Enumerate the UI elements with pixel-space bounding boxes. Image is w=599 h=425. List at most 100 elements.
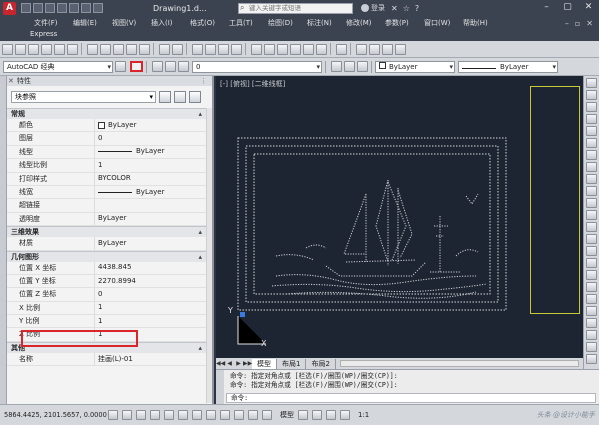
qp-icon[interactable] bbox=[248, 410, 258, 420]
make-current-icon[interactable] bbox=[331, 61, 342, 72]
doc-close-icon[interactable]: ✕ bbox=[586, 19, 593, 28]
text-style-icon[interactable] bbox=[356, 43, 367, 55]
save-icon[interactable] bbox=[45, 3, 55, 13]
menu-item[interactable]: 参数(P) bbox=[385, 18, 424, 28]
print-icon[interactable] bbox=[41, 43, 52, 55]
maximize-icon[interactable]: ▢ bbox=[557, 0, 578, 16]
select-objects-icon[interactable] bbox=[174, 91, 186, 103]
quick-view-icon[interactable] bbox=[298, 410, 308, 420]
offset-icon[interactable] bbox=[586, 114, 597, 124]
star-icon[interactable]: ☆ bbox=[403, 4, 410, 13]
new-file-icon[interactable] bbox=[21, 3, 31, 13]
property-value[interactable]: 挂画(L)-01 bbox=[95, 353, 212, 365]
properties-icon[interactable] bbox=[251, 43, 262, 55]
polyline-icon[interactable] bbox=[586, 306, 597, 316]
print-icon[interactable] bbox=[69, 3, 79, 13]
fillet-icon[interactable] bbox=[586, 258, 597, 268]
cut-icon[interactable] bbox=[87, 43, 98, 55]
menu-item[interactable]: 文件(F) bbox=[34, 18, 73, 28]
extend-icon[interactable] bbox=[586, 198, 597, 208]
rotate-icon[interactable] bbox=[586, 150, 597, 160]
hatch-icon[interactable] bbox=[586, 342, 597, 352]
doc-restore-icon[interactable]: ▫ bbox=[575, 19, 580, 28]
property-value[interactable]: 1 bbox=[95, 159, 212, 171]
move-icon[interactable] bbox=[586, 138, 597, 148]
text-icon[interactable] bbox=[586, 354, 597, 364]
arc-icon[interactable] bbox=[586, 330, 597, 340]
property-row[interactable]: 线型比例 1 bbox=[7, 159, 212, 173]
zoom-previous-icon[interactable] bbox=[231, 43, 242, 55]
property-row[interactable]: X 比例 1 bbox=[7, 301, 212, 316]
doc-minimize-icon[interactable]: – bbox=[565, 19, 569, 28]
menu-item[interactable]: 绘图(D) bbox=[268, 18, 307, 28]
dyn-icon[interactable] bbox=[206, 410, 216, 420]
new-icon[interactable] bbox=[2, 43, 13, 55]
break-point-icon[interactable] bbox=[586, 210, 597, 220]
command-input[interactable]: 命令: bbox=[226, 393, 596, 403]
open-file-icon[interactable] bbox=[33, 3, 43, 13]
first-tab-icon[interactable]: ◀◀ bbox=[216, 360, 225, 367]
property-value[interactable]: 2270.8994 bbox=[95, 275, 212, 287]
match-prop-icon[interactable] bbox=[126, 43, 137, 55]
layer-select[interactable]: 0 bbox=[192, 60, 322, 73]
pin-icon[interactable] bbox=[586, 282, 597, 292]
model-space-label[interactable]: 模型 bbox=[280, 410, 294, 420]
grid-icon[interactable] bbox=[122, 410, 132, 420]
preview-icon[interactable] bbox=[54, 43, 65, 55]
circle-icon[interactable] bbox=[586, 318, 597, 328]
stretch-icon[interactable] bbox=[586, 174, 597, 184]
property-value[interactable]: ByLayer bbox=[95, 237, 212, 249]
property-row[interactable]: 名称 挂画(L)-01 bbox=[7, 352, 212, 367]
ortho-icon[interactable] bbox=[136, 410, 146, 420]
insertion-grip[interactable] bbox=[240, 312, 245, 317]
property-value[interactable]: BYCOLOR bbox=[95, 173, 212, 185]
property-value[interactable] bbox=[95, 199, 212, 211]
menu-item[interactable]: 修改(M) bbox=[346, 18, 385, 28]
dim-style-icon[interactable] bbox=[369, 43, 380, 55]
bulb-icon[interactable] bbox=[165, 61, 176, 72]
sun-icon[interactable] bbox=[178, 61, 189, 72]
property-row[interactable]: 线型 ByLayer bbox=[7, 145, 212, 160]
property-row[interactable]: 线宽 ByLayer bbox=[7, 185, 212, 200]
property-value[interactable]: ByLayer bbox=[95, 119, 212, 131]
property-row[interactable]: 位置 X 坐标 4438.845 bbox=[7, 261, 212, 275]
save-as-icon[interactable] bbox=[57, 3, 67, 13]
pan-icon[interactable] bbox=[192, 43, 203, 55]
toggle-pickadd-icon[interactable] bbox=[159, 91, 171, 103]
menu-item[interactable]: 视图(V) bbox=[112, 18, 151, 28]
menu-item[interactable]: 标注(N) bbox=[307, 18, 346, 28]
markup-icon[interactable] bbox=[303, 43, 314, 55]
ducs-icon[interactable] bbox=[192, 410, 202, 420]
last-tab-icon[interactable]: ▶▶ bbox=[243, 360, 252, 367]
lweight-icon[interactable] bbox=[220, 410, 230, 420]
palette-title-strip[interactable] bbox=[0, 76, 7, 404]
scale-icon[interactable] bbox=[586, 162, 597, 172]
property-row[interactable]: 位置 Y 坐标 2270.8994 bbox=[7, 274, 212, 289]
property-row[interactable]: 图层 0 bbox=[7, 132, 212, 146]
erase-icon[interactable] bbox=[586, 78, 597, 88]
color-select[interactable]: ByLayer bbox=[375, 60, 455, 73]
break-icon[interactable] bbox=[586, 222, 597, 232]
menu-item[interactable]: 工具(T) bbox=[229, 18, 268, 28]
prev-tab-icon[interactable]: ◀ bbox=[225, 360, 234, 367]
property-value[interactable]: 1 bbox=[95, 302, 212, 314]
copy-object-icon[interactable] bbox=[586, 90, 597, 100]
exchange-icon[interactable]: ✕ bbox=[391, 4, 398, 13]
layer-state-icon[interactable] bbox=[357, 61, 368, 72]
trim-icon[interactable] bbox=[586, 186, 597, 196]
sc-icon[interactable] bbox=[262, 410, 272, 420]
property-group-header[interactable]: 几何图形 bbox=[7, 250, 212, 262]
property-row[interactable]: Y 比例 1 bbox=[7, 315, 212, 329]
explode-icon[interactable] bbox=[586, 270, 597, 280]
snap-icon[interactable] bbox=[108, 410, 118, 420]
property-value[interactable]: ByLayer bbox=[95, 213, 212, 225]
property-row[interactable]: 材质 ByLayer bbox=[7, 237, 212, 251]
otrack-icon[interactable] bbox=[178, 410, 188, 420]
palette-grip-icon[interactable]: ⋮ bbox=[200, 76, 207, 86]
property-row[interactable]: 超链接 bbox=[7, 199, 212, 213]
linetype-select[interactable]: ByLayer bbox=[458, 60, 558, 73]
menu-item[interactable]: 编辑(E) bbox=[73, 18, 112, 28]
polar-icon[interactable] bbox=[150, 410, 160, 420]
layer-manager-icon[interactable] bbox=[152, 61, 163, 72]
drawing-area[interactable]: [-] [俯视] [二维线框] Y X bbox=[216, 76, 583, 360]
